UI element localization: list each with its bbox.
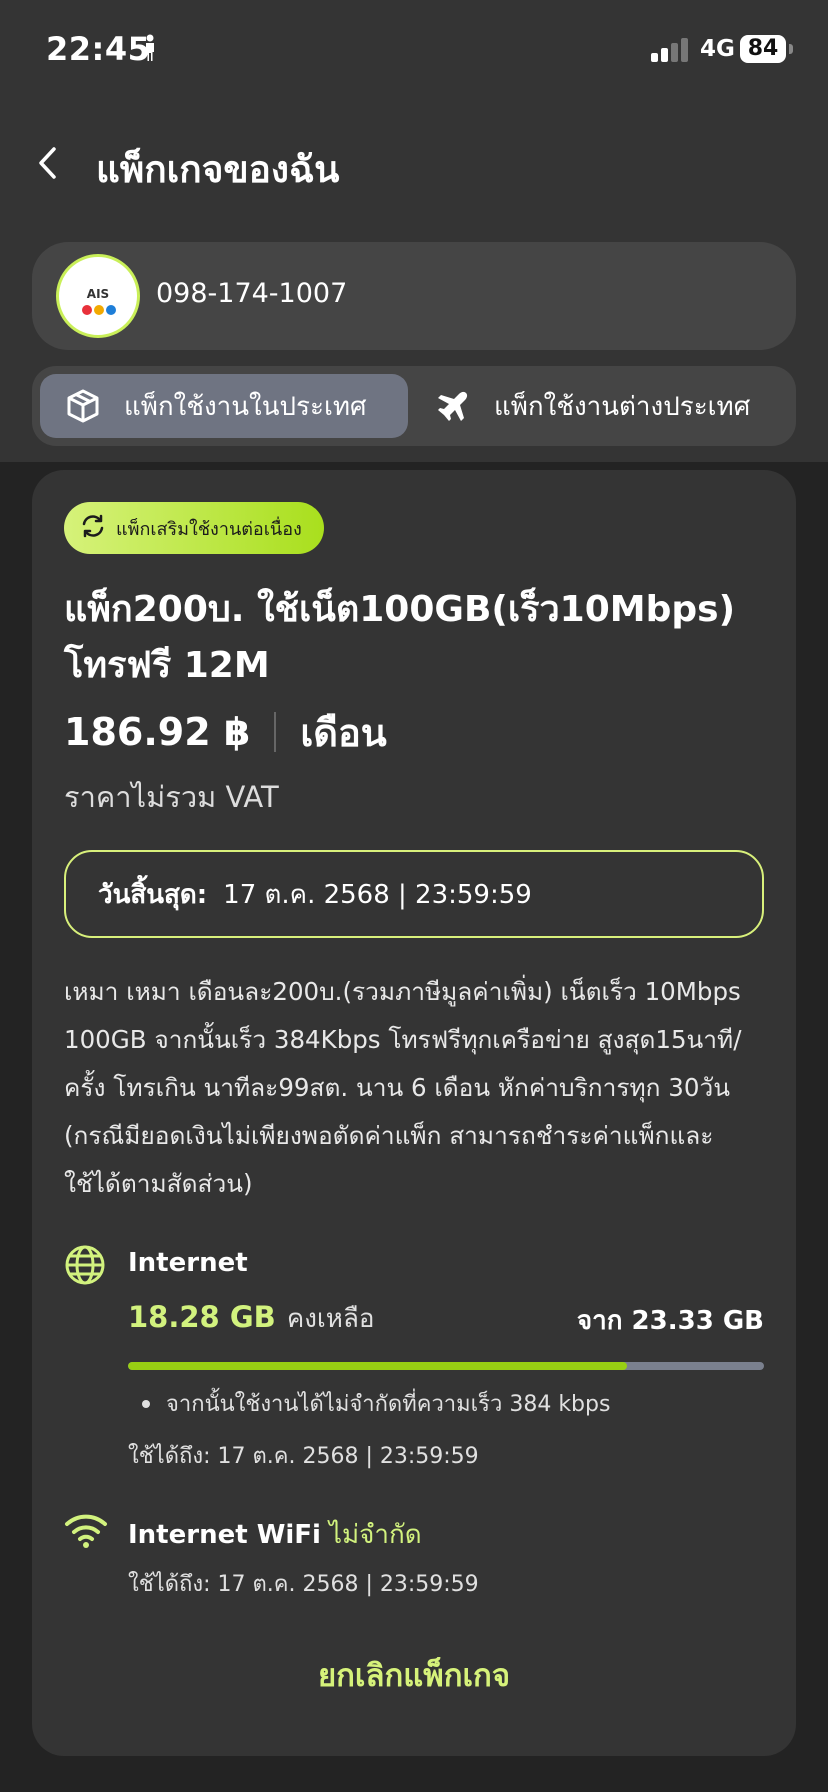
status-time: 22:45 — [46, 30, 151, 68]
account-card[interactable]: AIS 098-174-1007 — [32, 242, 796, 350]
package-price: 186.92 ฿ — [64, 710, 251, 754]
package-badge: แพ็กเสริมใช้งานต่อเนื่อง — [64, 502, 324, 554]
price-divider — [274, 712, 277, 752]
internet-remaining-label: คงเหลือ — [286, 1304, 375, 1334]
internet-progress-bar — [128, 1362, 764, 1370]
signal-icon — [651, 38, 691, 66]
expiry-value: 17 ต.ค. 2568 | 23:59:59 — [223, 879, 532, 910]
logo-text: AIS — [86, 287, 110, 301]
refresh-icon — [80, 513, 106, 544]
cancel-package-button[interactable]: ยกเลิกแพ็กเกจ — [32, 1650, 796, 1700]
tab-domestic-label: แพ็กใช้งานในประเทศ — [124, 391, 367, 422]
battery-nub — [789, 44, 793, 54]
wifi-title-text: Internet WiFi — [128, 1520, 321, 1550]
expiry-label: วันสิ้นสุด: — [98, 879, 208, 910]
price-row: 186.92 ฿ เดือน — [64, 706, 387, 758]
package-description: เหมา เหมา เดือนละ200บ.(รวมภาษีมูลค่าเพิ่… — [64, 977, 742, 1198]
wifi-title: Internet WiFi ไม่จำกัด — [128, 1514, 422, 1555]
logo-dots-icon — [82, 305, 116, 315]
internet-remaining-row: 18.28 GB คงเหลือ จาก 23.33 GB — [128, 1298, 764, 1338]
internet-note: จากนั้นใช้งานได้ไม่จำกัดที่ความเร็ว 384 … — [128, 1386, 610, 1421]
header: แพ็กเกจของฉัน — [0, 120, 828, 200]
back-arrow-icon[interactable] — [36, 146, 58, 184]
airplane-icon — [436, 389, 470, 423]
internet-section: Internet 18.28 GB คงเหลือ จาก 23.33 GB จ… — [64, 1244, 764, 1474]
expiry-box: วันสิ้นสุด: 17 ต.ค. 2568 | 23:59:59 — [64, 850, 764, 938]
internet-valid-until: ใช้ได้ถึง: 17 ต.ค. 2568 | 23:59:59 — [128, 1444, 479, 1469]
internet-progress-fill — [128, 1362, 627, 1370]
tab-international-label: แพ็กใช้งานต่างประเทศ — [494, 391, 751, 422]
network-type: 4G — [700, 36, 735, 62]
ais-logo: AIS — [56, 254, 140, 338]
wifi-icon — [64, 1510, 108, 1554]
vat-note: ราคาไม่รวม VAT — [64, 780, 279, 814]
badge-label: แพ็กเสริมใช้งานต่อเนื่อง — [116, 518, 302, 540]
tab-international[interactable]: แพ็กใช้งานต่างประเทศ — [410, 374, 788, 438]
top-area: 22:45 4G 84 แพ็กเกจของฉัน AIS 098-174-10… — [0, 0, 828, 462]
internet-title: Internet — [128, 1248, 248, 1278]
internet-note-text: จากนั้นใช้งานได้ไม่จำกัดที่ความเร็ว 384 … — [166, 1392, 611, 1417]
globe-icon — [64, 1244, 106, 1290]
price-unit: เดือน — [300, 710, 387, 755]
phone-number: 098-174-1007 — [156, 278, 348, 309]
wifi-unlimited: ไม่จำกัด — [328, 1520, 422, 1550]
tab-domestic[interactable]: แพ็กใช้งานในประเทศ — [40, 374, 408, 438]
battery-icon: 84 — [740, 35, 786, 63]
internet-remaining: 18.28 GB — [128, 1300, 276, 1334]
person-icon — [143, 34, 157, 66]
package-title: แพ็ก200บ. ใช้เน็ต100GB(เร็ว10Mbps) โทรฟร… — [64, 589, 736, 686]
wifi-section: Internet WiFi ไม่จำกัด ใช้ได้ถึง: 17 ต.ค.… — [64, 1510, 764, 1610]
package-tabs: แพ็กใช้งานในประเทศ แพ็กใช้งานต่างประเทศ — [32, 366, 796, 446]
internet-total: จาก 23.33 GB — [576, 1306, 764, 1336]
box-icon — [66, 389, 100, 423]
status-bar: 22:45 4G 84 — [0, 0, 828, 100]
bullet-icon — [142, 1399, 150, 1408]
wifi-valid-until: ใช้ได้ถึง: 17 ต.ค. 2568 | 23:59:59 — [128, 1572, 479, 1597]
page-title: แพ็กเกจของฉัน — [96, 148, 340, 191]
package-card: แพ็กเสริมใช้งานต่อเนื่อง แพ็ก200บ. ใช้เน… — [32, 470, 796, 1756]
